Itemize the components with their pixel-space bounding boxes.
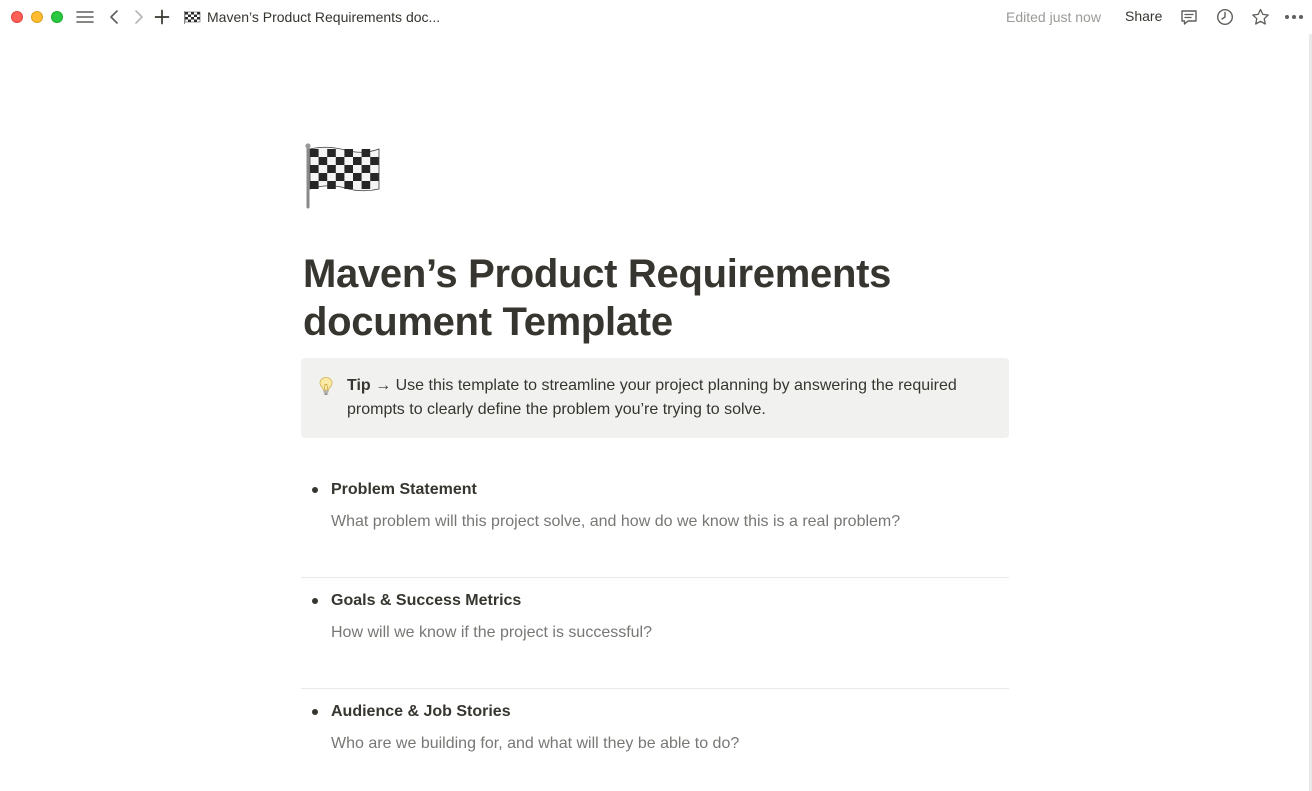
section-prompt: What problem will this project solve, an… [331, 513, 901, 530]
chequered-flag-icon[interactable] [305, 143, 381, 209]
tip-callout-line-1: Tip → Use this template to streamline yo… [347, 374, 987, 398]
page-breadcrumb[interactable]: Maven’s Product Requirements doc... [183, 8, 440, 26]
notion-window: Maven’s Product Requirements doc... Edit… [0, 0, 1312, 791]
tip-text-line-1: Use this template to streamline your pro… [395, 377, 957, 394]
page-title[interactable]: Maven’s Product Requirements document Te… [303, 250, 1003, 346]
back-arrow-icon[interactable] [103, 6, 125, 28]
divider [301, 688, 1009, 689]
share-button[interactable]: Share [1125, 8, 1162, 24]
favorite-star-icon[interactable] [1249, 6, 1271, 28]
section-heading: Audience & Job Stories [331, 703, 511, 720]
section-heading: Goals & Success Metrics [331, 592, 522, 609]
tip-text-line-2: prompts to clearly define the problem yo… [347, 401, 766, 418]
close-window-button[interactable] [11, 11, 23, 23]
history-clock-icon[interactable] [1214, 6, 1236, 28]
page-title-line-1: Maven’s Product Requirements [303, 252, 892, 296]
section-prompt: Who are we building for, and what will t… [331, 735, 740, 752]
lightbulb-icon [318, 376, 334, 396]
window-controls [11, 11, 63, 23]
bullet-dot [312, 598, 318, 604]
section-heading: Problem Statement [331, 481, 477, 498]
chequered-flag-icon [183, 9, 201, 25]
edited-status: Edited just now [1006, 9, 1101, 25]
section-prompt: How will we know if the project is succe… [331, 624, 653, 641]
page-breadcrumb-label: Maven’s Product Requirements doc... [207, 9, 441, 25]
tip-label: Tip → [347, 377, 392, 394]
comments-icon[interactable] [1178, 6, 1200, 28]
divider [301, 577, 1009, 578]
new-page-plus-icon[interactable] [151, 6, 173, 28]
sidebar-menu-icon[interactable] [74, 6, 96, 28]
tip-callout-text: Tip → Use this template to streamline yo… [347, 374, 987, 422]
bullet-dot [312, 487, 318, 493]
minimize-window-button[interactable] [31, 11, 43, 23]
tip-callout[interactable]: Tip → Use this template to streamline yo… [301, 358, 1009, 438]
maximize-window-button[interactable] [51, 11, 63, 23]
more-options-icon[interactable] [1283, 6, 1305, 28]
forward-arrow-icon[interactable] [128, 6, 150, 28]
page-title-line-2: document Template [303, 300, 673, 344]
bullet-dot [312, 709, 318, 715]
top-bar: Maven’s Product Requirements doc... Edit… [0, 0, 1312, 34]
